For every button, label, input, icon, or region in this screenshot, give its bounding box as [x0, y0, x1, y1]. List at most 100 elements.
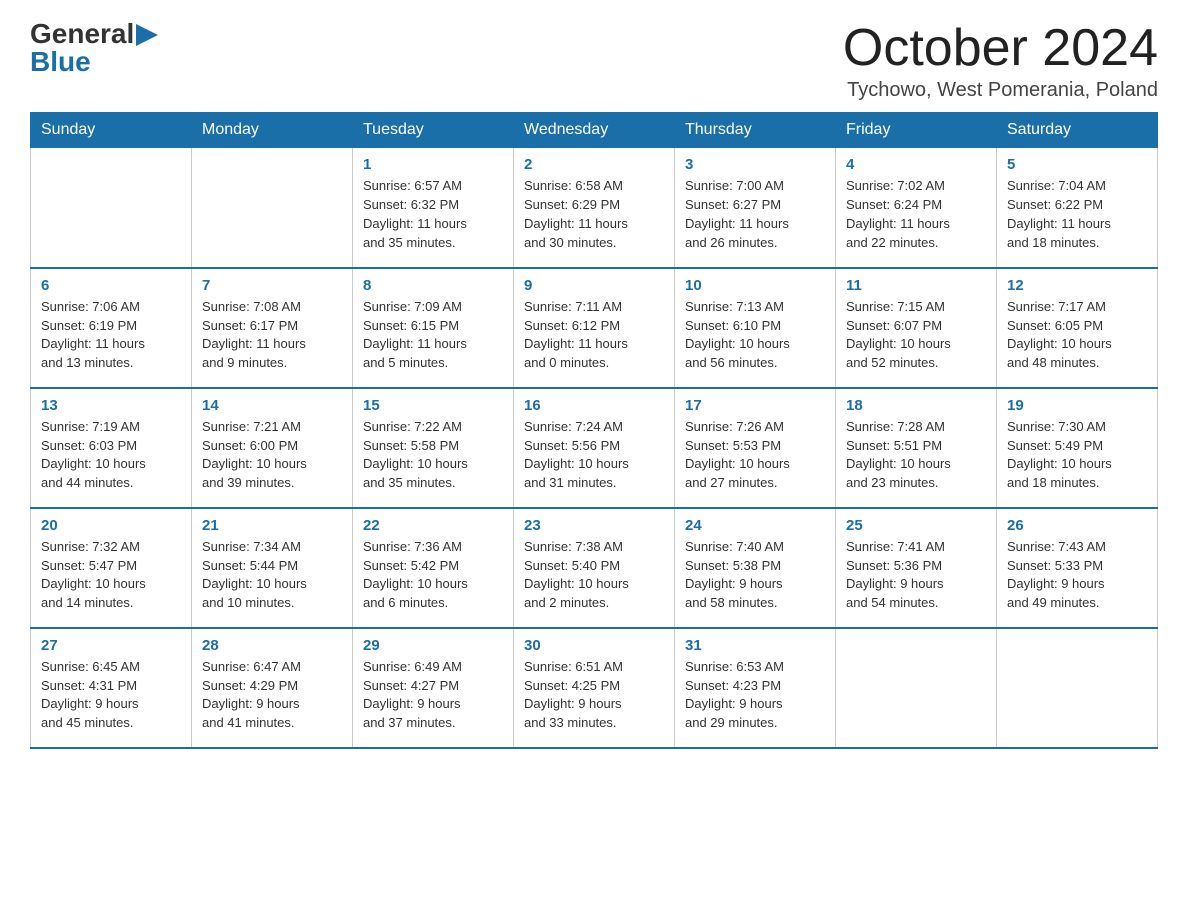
day-info: Sunrise: 7:08 AMSunset: 6:17 PMDaylight:… [202, 298, 342, 373]
calendar-cell: 1 Sunrise: 6:57 AMSunset: 6:32 PMDaylight… [353, 148, 514, 268]
day-info: Sunrise: 6:57 AMSunset: 6:32 PMDaylight:… [363, 177, 503, 252]
day-info: Sunrise: 7:26 AMSunset: 5:53 PMDaylight:… [685, 418, 825, 493]
col-header-saturday: Saturday [997, 113, 1158, 148]
day-info: Sunrise: 7:32 AMSunset: 5:47 PMDaylight:… [41, 538, 181, 613]
day-info: Sunrise: 7:06 AMSunset: 6:19 PMDaylight:… [41, 298, 181, 373]
day-number: 7 [202, 277, 342, 294]
day-info: Sunrise: 7:38 AMSunset: 5:40 PMDaylight:… [524, 538, 664, 613]
day-number: 9 [524, 277, 664, 294]
day-number: 16 [524, 397, 664, 414]
calendar-cell: 18Sunrise: 7:28 AMSunset: 5:51 PMDayligh… [836, 388, 997, 508]
logo-triangle-icon [136, 24, 158, 46]
day-info: Sunrise: 7:30 AMSunset: 5:49 PMDaylight:… [1007, 418, 1147, 493]
calendar-cell: 11Sunrise: 7:15 AMSunset: 6:07 PMDayligh… [836, 268, 997, 388]
calendar-cell [997, 628, 1158, 748]
day-number: 28 [202, 637, 342, 654]
day-info: Sunrise: 7:41 AMSunset: 5:36 PMDaylight:… [846, 538, 986, 613]
calendar-cell: 31 Sunrise: 6:53 AMSunset: 4:23 PMDayligh… [675, 628, 836, 748]
calendar-week-row: 20 Sunrise: 7:32 AMSunset: 5:47 PMDayligh… [31, 508, 1158, 628]
day-info: Sunrise: 6:53 AMSunset: 4:23 PMDaylight:… [685, 658, 825, 733]
day-number: 26 [1007, 517, 1147, 534]
day-info: Sunrise: 7:40 AMSunset: 5:38 PMDaylight:… [685, 538, 825, 613]
day-number: 13 [41, 397, 181, 414]
calendar-cell: 20 Sunrise: 7:32 AMSunset: 5:47 PMDayligh… [31, 508, 192, 628]
day-info: Sunrise: 6:49 AMSunset: 4:27 PMDaylight:… [363, 658, 503, 733]
calendar-cell: 17 Sunrise: 7:26 AMSunset: 5:53 PMDayligh… [675, 388, 836, 508]
day-number: 20 [41, 517, 181, 534]
day-number: 19 [1007, 397, 1147, 414]
col-header-monday: Monday [192, 113, 353, 148]
col-header-tuesday: Tuesday [353, 113, 514, 148]
title-section: October 2024 Tychowo, West Pomerania, Po… [843, 20, 1158, 102]
calendar-cell: 4 Sunrise: 7:02 AMSunset: 6:24 PMDaylight… [836, 148, 997, 268]
day-number: 17 [685, 397, 825, 414]
day-info: Sunrise: 7:02 AMSunset: 6:24 PMDaylight:… [846, 177, 986, 252]
day-number: 21 [202, 517, 342, 534]
calendar-cell: 16Sunrise: 7:24 AMSunset: 5:56 PMDayligh… [514, 388, 675, 508]
calendar-cell: 21 Sunrise: 7:34 AMSunset: 5:44 PMDayligh… [192, 508, 353, 628]
calendar-cell: 24 Sunrise: 7:40 AMSunset: 5:38 PMDayligh… [675, 508, 836, 628]
day-info: Sunrise: 7:28 AMSunset: 5:51 PMDaylight:… [846, 418, 986, 493]
day-info: Sunrise: 6:51 AMSunset: 4:25 PMDaylight:… [524, 658, 664, 733]
day-number: 5 [1007, 156, 1147, 173]
calendar-table: SundayMondayTuesdayWednesdayThursdayFrid… [30, 112, 1158, 749]
day-number: 31 [685, 637, 825, 654]
calendar-week-row: 27 Sunrise: 6:45 AMSunset: 4:31 PMDayligh… [31, 628, 1158, 748]
calendar-cell: 22 Sunrise: 7:36 AMSunset: 5:42 PMDayligh… [353, 508, 514, 628]
page-header: General Blue October 2024 Tychowo, West … [30, 20, 1158, 102]
day-info: Sunrise: 7:36 AMSunset: 5:42 PMDaylight:… [363, 538, 503, 613]
calendar-cell: 5Sunrise: 7:04 AMSunset: 6:22 PMDaylight… [997, 148, 1158, 268]
day-info: Sunrise: 7:19 AMSunset: 6:03 PMDaylight:… [41, 418, 181, 493]
day-info: Sunrise: 7:43 AMSunset: 5:33 PMDaylight:… [1007, 538, 1147, 613]
day-number: 6 [41, 277, 181, 294]
logo-general-text: General [30, 20, 134, 48]
calendar-cell: 8Sunrise: 7:09 AMSunset: 6:15 PMDaylight… [353, 268, 514, 388]
day-number: 25 [846, 517, 986, 534]
day-number: 1 [363, 156, 503, 173]
calendar-header-row: SundayMondayTuesdayWednesdayThursdayFrid… [31, 113, 1158, 148]
calendar-cell: 27 Sunrise: 6:45 AMSunset: 4:31 PMDayligh… [31, 628, 192, 748]
col-header-thursday: Thursday [675, 113, 836, 148]
calendar-cell: 7 Sunrise: 7:08 AMSunset: 6:17 PMDaylight… [192, 268, 353, 388]
day-info: Sunrise: 7:11 AMSunset: 6:12 PMDaylight:… [524, 298, 664, 373]
calendar-cell [192, 148, 353, 268]
calendar-cell: 25 Sunrise: 7:41 AMSunset: 5:36 PMDayligh… [836, 508, 997, 628]
day-number: 23 [524, 517, 664, 534]
day-info: Sunrise: 6:45 AMSunset: 4:31 PMDaylight:… [41, 658, 181, 733]
calendar-cell: 12Sunrise: 7:17 AMSunset: 6:05 PMDayligh… [997, 268, 1158, 388]
calendar-cell: 30Sunrise: 6:51 AMSunset: 4:25 PMDayligh… [514, 628, 675, 748]
calendar-cell: 2 Sunrise: 6:58 AMSunset: 6:29 PMDaylight… [514, 148, 675, 268]
calendar-cell: 19 Sunrise: 7:30 AMSunset: 5:49 PMDayligh… [997, 388, 1158, 508]
col-header-sunday: Sunday [31, 113, 192, 148]
calendar-cell: 10Sunrise: 7:13 AMSunset: 6:10 PMDayligh… [675, 268, 836, 388]
calendar-cell: 28 Sunrise: 6:47 AMSunset: 4:29 PMDayligh… [192, 628, 353, 748]
calendar-cell: 23 Sunrise: 7:38 AMSunset: 5:40 PMDayligh… [514, 508, 675, 628]
day-number: 8 [363, 277, 503, 294]
col-header-wednesday: Wednesday [514, 113, 675, 148]
calendar-cell [31, 148, 192, 268]
calendar-week-row: 13 Sunrise: 7:19 AMSunset: 6:03 PMDayligh… [31, 388, 1158, 508]
day-number: 29 [363, 637, 503, 654]
day-info: Sunrise: 7:21 AMSunset: 6:00 PMDaylight:… [202, 418, 342, 493]
calendar-cell: 15 Sunrise: 7:22 AMSunset: 5:58 PMDayligh… [353, 388, 514, 508]
calendar-cell: 6 Sunrise: 7:06 AMSunset: 6:19 PMDaylight… [31, 268, 192, 388]
day-number: 2 [524, 156, 664, 173]
calendar-cell: 29 Sunrise: 6:49 AMSunset: 4:27 PMDayligh… [353, 628, 514, 748]
calendar-week-row: 6 Sunrise: 7:06 AMSunset: 6:19 PMDaylight… [31, 268, 1158, 388]
day-number: 15 [363, 397, 503, 414]
day-info: Sunrise: 7:13 AMSunset: 6:10 PMDaylight:… [685, 298, 825, 373]
day-info: Sunrise: 7:22 AMSunset: 5:58 PMDaylight:… [363, 418, 503, 493]
day-number: 22 [363, 517, 503, 534]
day-info: Sunrise: 6:47 AMSunset: 4:29 PMDaylight:… [202, 658, 342, 733]
logo: General Blue [30, 20, 158, 76]
day-number: 14 [202, 397, 342, 414]
day-number: 3 [685, 156, 825, 173]
calendar-cell: 9 Sunrise: 7:11 AMSunset: 6:12 PMDaylight… [514, 268, 675, 388]
day-number: 4 [846, 156, 986, 173]
day-info: Sunrise: 6:58 AMSunset: 6:29 PMDaylight:… [524, 177, 664, 252]
day-number: 24 [685, 517, 825, 534]
day-number: 27 [41, 637, 181, 654]
col-header-friday: Friday [836, 113, 997, 148]
day-info: Sunrise: 7:34 AMSunset: 5:44 PMDaylight:… [202, 538, 342, 613]
month-title: October 2024 [843, 20, 1158, 77]
